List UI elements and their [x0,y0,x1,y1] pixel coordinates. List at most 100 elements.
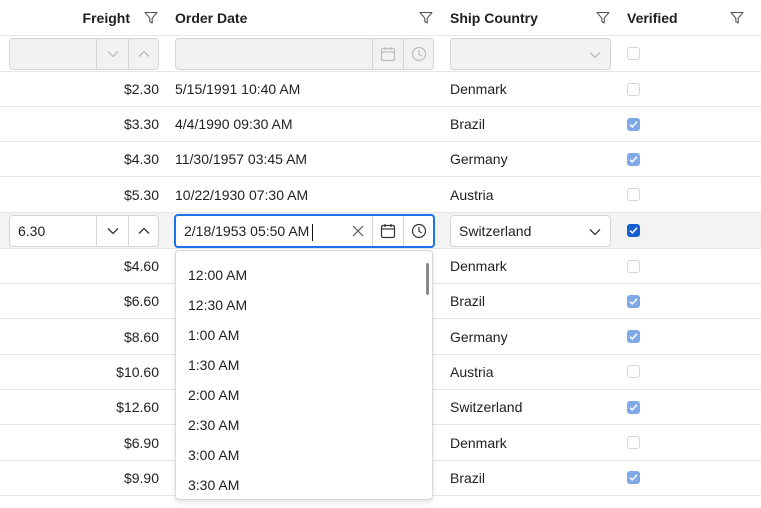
chevron-down-icon [107,228,118,235]
order-date-cell[interactable]: 5/15/1991 10:40 AM [167,72,442,106]
decrement-button[interactable] [96,39,128,69]
freight-cell[interactable]: $3.30 [0,107,167,141]
freight-cell[interactable]: $6.60 [0,284,167,318]
order-date-filter-input[interactable] [175,38,434,70]
freight-cell[interactable]: $8.60 [0,320,167,354]
table-row[interactable]: $5.30 10/22/1930 07:30 AM Austria [0,177,761,213]
ship-country-filter-select[interactable] [450,38,611,70]
calendar-button[interactable] [372,39,403,69]
ship-country-cell[interactable]: Germany [442,142,619,176]
verified-checkbox[interactable] [627,82,640,96]
verified-cell[interactable] [619,390,761,424]
chevron-down-icon [107,51,118,58]
verified-checkbox[interactable] [627,330,640,344]
chevron-up-icon [138,50,150,57]
time-option[interactable]: 12:00 AM [188,260,247,290]
table-row[interactable]: $4.30 11/30/1957 03:45 AM Germany [0,142,761,177]
close-icon [352,225,364,237]
freight-cell[interactable]: $4.60 [0,249,167,283]
verified-cell[interactable] [619,426,761,460]
verified-cell[interactable] [619,177,761,212]
ship-country-cell[interactable]: Denmark [442,72,619,106]
order-date-editor[interactable]: 2/18/1953 05:50 AM [174,214,435,248]
ship-country-editor[interactable]: Switzerland [450,215,611,247]
verified-cell[interactable] [619,249,761,283]
verified-filter-checkbox[interactable] [627,47,640,60]
clock-button[interactable] [403,39,434,69]
increment-button[interactable] [128,39,159,69]
verified-cell[interactable] [619,320,761,354]
chevron-up-icon [138,227,150,234]
clock-button[interactable] [403,216,433,246]
scrollbar-thumb[interactable] [426,263,429,295]
verified-cell[interactable] [619,461,761,495]
table-row[interactable]: $2.30 5/15/1991 10:40 AM Denmark [0,72,761,107]
ship-country-cell[interactable]: Denmark [442,426,619,460]
time-option[interactable]: 3:00 AM [188,440,239,470]
time-option[interactable]: 2:30 AM [188,410,239,440]
calendar-button[interactable] [372,216,403,246]
freight-editor[interactable]: 6.30 [9,215,159,247]
freight-cell[interactable]: $6.90 [0,426,167,460]
increment-button[interactable] [128,216,159,246]
verified-checkbox[interactable] [627,436,640,449]
verified-cell[interactable] [619,72,761,106]
verified-checkbox[interactable] [627,117,640,131]
freight-filter-input[interactable] [9,38,159,70]
ship-country-cell[interactable]: Germany [442,320,619,354]
verified-checkbox[interactable] [627,224,640,237]
calendar-icon [380,47,396,62]
freight-cell[interactable]: $9.90 [0,461,167,495]
filter-icon[interactable] [730,11,744,25]
freight-cell[interactable]: $2.30 [0,72,167,106]
time-option[interactable]: 3:30 AM [188,470,239,499]
filter-row [0,36,761,72]
verified-checkbox[interactable] [627,400,640,414]
ship-country-cell[interactable]: Brazil [442,284,619,318]
time-option[interactable]: 12:30 AM [188,290,247,320]
clear-button[interactable] [344,216,372,246]
time-picker-dropdown[interactable]: 12:00 AM 12:30 AM 1:00 AM 1:30 AM 2:00 AM 2:3… [175,250,433,500]
freight-cell[interactable]: $4.30 [0,142,167,176]
header-ship-country[interactable]: Ship Country [442,0,619,35]
decrement-button[interactable] [96,216,128,246]
clock-icon [411,46,427,62]
ship-country-cell[interactable]: Switzerland [442,390,619,424]
header-freight[interactable]: Freight [0,0,167,35]
edit-row: 6.30 2/18/1953 05:50 AM Switzerland [0,213,761,249]
freight-cell[interactable]: $10.60 [0,355,167,389]
clock-icon [411,223,426,239]
filter-icon[interactable] [144,11,158,25]
chevron-down-icon [589,52,601,59]
ship-country-cell[interactable]: Brazil [442,107,619,141]
verified-checkbox[interactable] [627,365,640,379]
header-row: Freight Order Date Ship Country Verified [0,0,761,36]
time-option[interactable]: 2:00 AM [188,380,239,410]
verified-checkbox[interactable] [627,152,640,166]
header-order-date[interactable]: Order Date [167,0,442,35]
ship-country-cell[interactable]: Austria [442,177,619,212]
ship-country-cell[interactable]: Brazil [442,461,619,495]
verified-checkbox[interactable] [627,188,640,201]
order-date-cell[interactable]: 11/30/1957 03:45 AM [167,142,442,176]
verified-cell[interactable] [619,355,761,389]
verified-checkbox[interactable] [627,259,640,273]
verified-checkbox[interactable] [627,294,640,308]
filter-icon[interactable] [419,11,433,25]
ship-country-cell[interactable]: Denmark [442,249,619,283]
verified-cell[interactable] [619,284,761,318]
freight-cell[interactable]: $12.60 [0,390,167,424]
ship-country-cell[interactable]: Austria [442,355,619,389]
verified-cell[interactable] [619,107,761,141]
verified-checkbox[interactable] [627,471,640,485]
time-option[interactable]: 1:30 AM [188,350,239,380]
order-date-cell[interactable]: 4/4/1990 09:30 AM [167,107,442,141]
time-option[interactable]: 1:00 AM [188,320,239,350]
chevron-down-icon [589,229,601,236]
freight-cell[interactable]: $5.30 [0,177,167,212]
verified-cell[interactable] [619,142,761,176]
text-cursor [312,224,313,241]
table-row[interactable]: $3.30 4/4/1990 09:30 AM Brazil [0,107,761,142]
order-date-cell[interactable]: 10/22/1930 07:30 AM [167,177,442,212]
filter-icon[interactable] [596,11,610,25]
